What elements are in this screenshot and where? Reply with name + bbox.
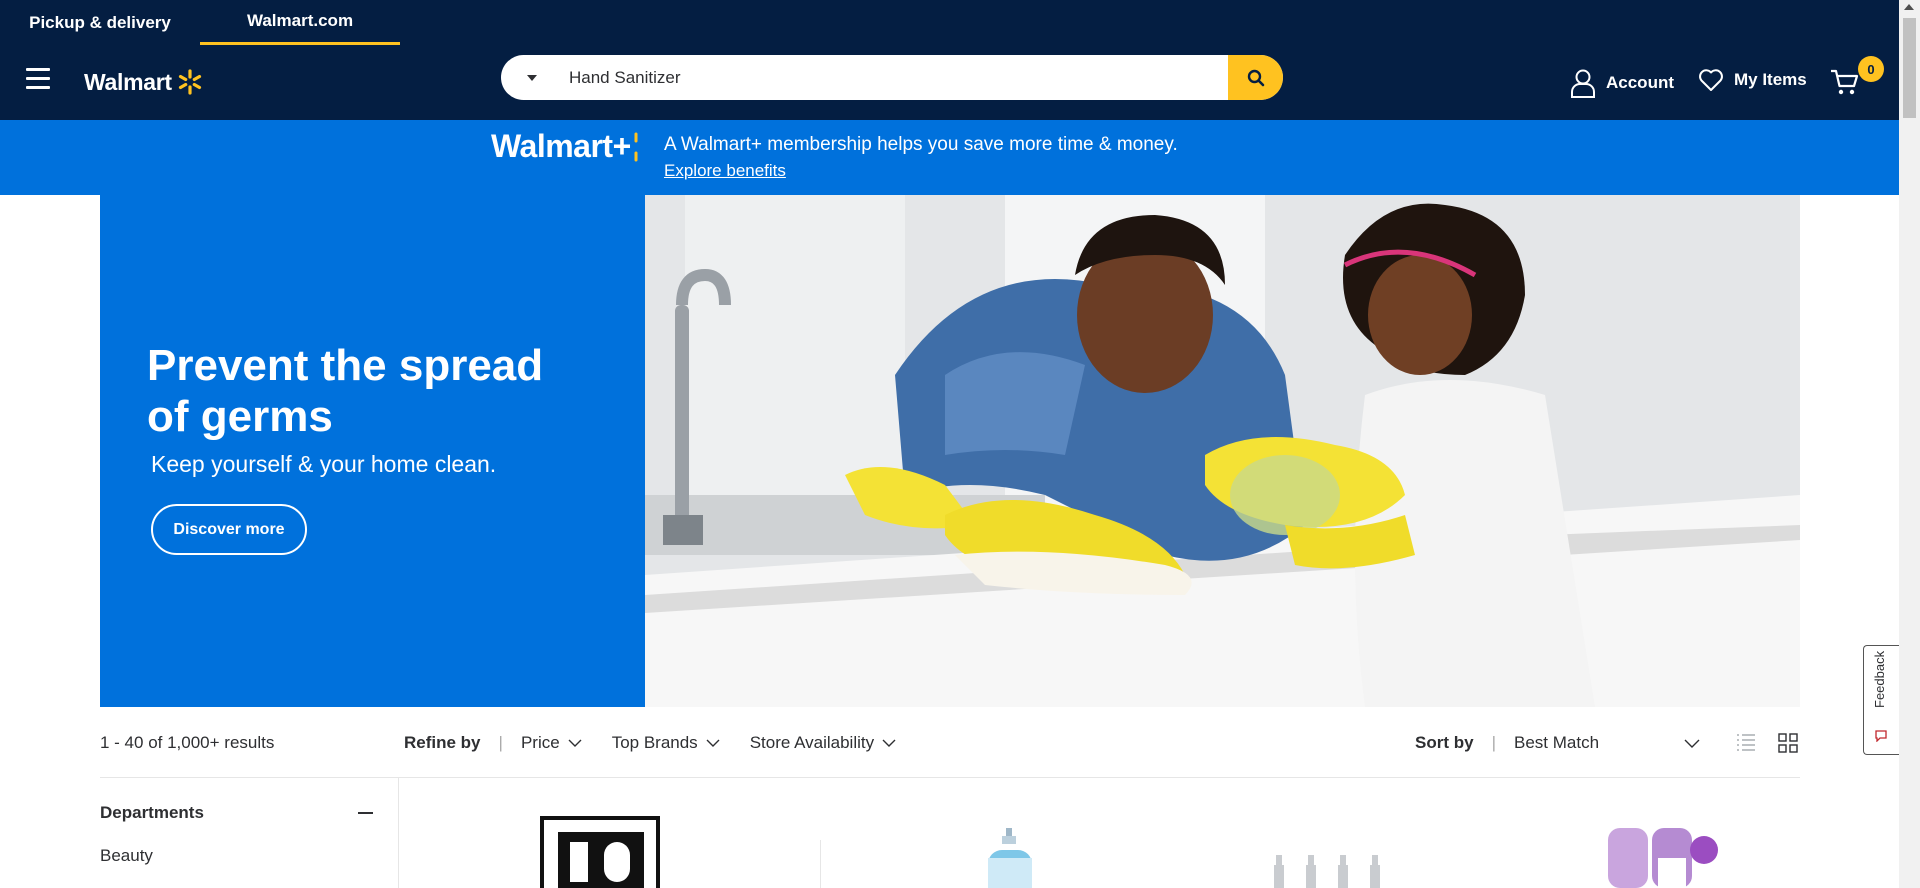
heart-icon	[1699, 69, 1723, 91]
filter-top-brands-label: Top Brands	[611, 733, 698, 752]
family-cleaning-photo	[645, 195, 1800, 707]
product-image-4[interactable]	[1600, 828, 1730, 888]
my-items-button[interactable]: My Items	[1698, 68, 1807, 92]
explore-benefits-link[interactable]: Explore benefits	[664, 161, 786, 181]
search-department-dropdown[interactable]	[519, 68, 545, 88]
refine-separator: |	[498, 733, 503, 752]
walmart-plus-logo-text: Walmart+	[491, 128, 631, 164]
walmart-logo[interactable]: Walmart	[84, 68, 204, 96]
scrollbar-thumb[interactable]	[1903, 18, 1916, 118]
search-bar	[501, 55, 1283, 100]
sidebar-item-beauty[interactable]: Beauty	[100, 846, 153, 866]
grid-view-icon[interactable]	[1778, 733, 1798, 753]
cart-count-badge: 0	[1858, 56, 1884, 82]
walmart-plus-message: A Walmart+ membership helps you save mor…	[664, 134, 1178, 155]
walmart-plus-banner	[0, 120, 1899, 195]
page: Pickup & delivery Walmart.com Walmart Ha…	[0, 0, 1920, 888]
tab-pickup-delivery[interactable]: Pickup & delivery	[0, 0, 200, 45]
global-header: Pickup & delivery Walmart.com Walmart Ha…	[0, 0, 1899, 120]
product-image-2[interactable]	[980, 828, 1040, 888]
refine-label: Refine by	[404, 733, 481, 752]
filter-price[interactable]: Price	[521, 733, 582, 753]
chevron-down-icon	[1684, 739, 1700, 748]
search-button[interactable]	[1228, 55, 1283, 100]
tab-walmart-com[interactable]: Walmart.com	[200, 0, 400, 45]
chevron-down-icon	[568, 739, 582, 747]
scroll-up-arrow[interactable]	[1904, 4, 1914, 10]
hero-text-panel: Prevent the spread of germs Keep yoursel…	[100, 195, 645, 707]
discover-more-button[interactable]: Discover more	[151, 504, 307, 555]
scrollbar-track[interactable]	[1899, 0, 1920, 888]
product-image-1[interactable]	[540, 810, 662, 888]
cart-icon[interactable]	[1830, 68, 1860, 96]
list-view-icon[interactable]	[1736, 733, 1756, 751]
filter-price-label: Price	[520, 733, 560, 752]
collapse-icon[interactable]	[358, 812, 373, 814]
chevron-down-icon	[706, 739, 720, 747]
results-divider	[100, 777, 1800, 778]
logo-text: Walmart	[84, 68, 172, 95]
sort-value: Best Match	[1513, 733, 1600, 752]
hero-title: Prevent the spread of germs	[147, 341, 544, 441]
mode-tabs: Pickup & delivery Walmart.com	[0, 0, 400, 45]
departments-title: Departments	[100, 803, 204, 822]
account-label: Account	[1606, 73, 1674, 92]
hero-banner: Prevent the spread of germs Keep yoursel…	[100, 195, 1800, 707]
chevron-down-icon	[882, 739, 896, 747]
results-count: 1 - 40 of 1,000+ results	[100, 733, 275, 752]
menu-icon[interactable]	[26, 68, 50, 94]
chat-icon	[1875, 730, 1887, 742]
filter-store-availability[interactable]: Store Availability	[750, 733, 896, 753]
hero-image[interactable]	[645, 195, 1800, 707]
sort-control: Sort by | Best Match	[1415, 733, 1700, 753]
search-icon	[1247, 69, 1264, 86]
feedback-label: Feedback	[1872, 650, 1887, 708]
product-separator	[820, 840, 821, 888]
hero-subtitle: Keep yourself & your home clean.	[151, 451, 497, 477]
product-image-3[interactable]	[1270, 855, 1400, 888]
sort-select[interactable]: Best Match	[1514, 733, 1700, 753]
filter-store-availability-label: Store Availability	[749, 733, 875, 752]
sort-label: Sort by	[1415, 733, 1474, 752]
search-input[interactable]	[569, 55, 1169, 100]
spark-icon	[178, 69, 201, 95]
spark-icon	[634, 132, 638, 161]
sidebar-divider	[398, 778, 399, 888]
sort-separator: |	[1491, 733, 1496, 752]
account-button[interactable]: Account	[1570, 68, 1674, 98]
walmart-plus-logo: Walmart+	[491, 128, 647, 165]
filter-top-brands[interactable]: Top Brands	[612, 733, 720, 753]
account-icon	[1571, 69, 1595, 98]
feedback-tab[interactable]: Feedback	[1863, 645, 1899, 755]
my-items-label: My Items	[1734, 70, 1807, 89]
refine-bar: Refine by | Price Top Brands Store Avail…	[404, 733, 926, 753]
